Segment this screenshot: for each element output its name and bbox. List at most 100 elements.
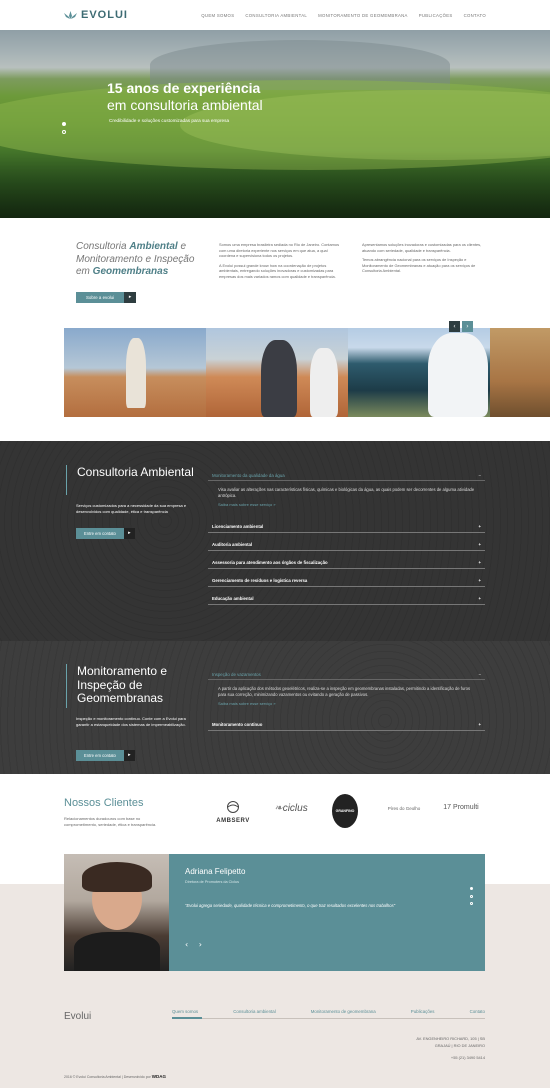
clients-title: Nossos Clientes [64, 797, 144, 809]
consultoria-title: Consultoria Ambiental [77, 465, 194, 479]
client-logo-text: Promulti [453, 804, 479, 811]
accordion-label: Gerenciamento de resíduos e logística re… [212, 578, 308, 583]
hero-title-line2: em consultoria ambiental [107, 97, 263, 113]
accordion-item-open[interactable]: Monitoramento da qualidade da água − [208, 473, 485, 481]
photo-carousel [64, 328, 550, 417]
photo-person [310, 348, 338, 417]
contact-button-label: Entre em contato [76, 750, 124, 761]
footer-divider [172, 1018, 485, 1019]
footer-nav-publicacoes[interactable]: Publicações [411, 1009, 435, 1014]
site-header: EVOLUI QUEM SOMOS CONSULTORIA AMBIENTAL … [0, 0, 550, 30]
clients-description: Relacionamentos duradouros com base no c… [64, 816, 157, 827]
photo-shirt [74, 932, 160, 971]
testimonial-arrows[interactable]: ‹ › [185, 940, 206, 949]
accordion-item-open[interactable]: Inspeção de vazamentos − [208, 672, 485, 680]
photo-person [428, 333, 488, 417]
plus-icon: + [478, 524, 481, 529]
intro-title: Consultoria Ambiental e Monitoramento e … [76, 241, 201, 279]
footer-nav-consultoria[interactable]: Consultoria ambiental [233, 1009, 275, 1014]
leaf-icon: ❧ [274, 803, 283, 814]
intro-paragraph: Somos uma empresa brasileira sediada no … [219, 242, 340, 259]
accordion-item[interactable]: Assessoria para atendimento aos órgãos d… [208, 557, 485, 569]
lotus-icon [64, 11, 77, 19]
arrow-right-icon: ▸ [123, 750, 135, 761]
plus-icon: + [478, 578, 481, 583]
hero-banner [0, 30, 550, 218]
footer-phone: +55 (21) 3490 5414 [450, 1055, 485, 1060]
main-nav: QUEM SOMOS CONSULTORIA AMBIENTAL MONITOR… [201, 13, 486, 18]
testimonial-photo [64, 854, 169, 971]
about-button[interactable]: Sobre a evolui ▸ [76, 292, 137, 303]
footer-nav-monitoramento[interactable]: Monitoramento de geomembrana [311, 1009, 376, 1014]
logo[interactable]: EVOLUI [64, 9, 128, 21]
footer-active-indicator [172, 1017, 202, 1019]
nav-publicacoes[interactable]: PUBLICAÇÕES [419, 13, 453, 18]
hero-slide-dot[interactable] [62, 130, 66, 134]
intro-title-bold: Ambiental [129, 241, 178, 252]
intro-paragraph: Temos abrangência nacional para os servi… [362, 257, 476, 274]
plus-icon: + [478, 542, 481, 547]
accordion-item[interactable]: Monitoramento contínuo + [208, 719, 485, 731]
accordion-label: Licenciamento ambiental [212, 524, 264, 529]
copyright-text: 2016 © Evolui Consultoria Ambiental | De… [64, 1075, 151, 1079]
accordion-item[interactable]: Gerenciamento de resíduos e logística re… [208, 575, 485, 587]
testimonial-dot[interactable] [470, 895, 473, 898]
footer-logo[interactable]: Evolui [64, 1011, 91, 1022]
testimonial-name: Adriana Felipetto [185, 867, 246, 876]
contact-button[interactable]: Entre em contato ▸ [76, 528, 135, 539]
nav-contato[interactable]: CONTATO [464, 13, 486, 18]
accordion-item[interactable]: Educação ambiental + [208, 593, 485, 605]
intro-title-text: Consultoria [76, 241, 130, 252]
minus-icon: − [478, 672, 481, 677]
consultoria-accordion: Monitoramento da qualidade da água − Vis… [208, 473, 485, 605]
accordion-item[interactable]: Licenciamento ambiental + [208, 521, 485, 533]
promulti-mark-icon: 17 [443, 804, 452, 811]
nav-quem-somos[interactable]: QUEM SOMOS [201, 13, 234, 18]
accent-bar [66, 664, 67, 708]
intro-col1: Somos uma empresa brasileira sediada no … [219, 242, 341, 280]
photo-hair [82, 862, 152, 892]
contact-button[interactable]: Entre em contato ▸ [76, 750, 135, 761]
chevron-right-icon[interactable]: › [462, 321, 473, 332]
client-logo-text: ciclus [282, 803, 308, 814]
ambserv-mark-icon [227, 801, 239, 813]
carousel-arrows: ‹ › [449, 321, 473, 332]
footer-nav-quem-somos[interactable]: Quem somos [172, 1009, 198, 1014]
testimonial-dot[interactable] [470, 902, 473, 905]
chevron-left-icon[interactable]: ‹ [449, 321, 460, 332]
client-logo-text: AMBSERV [216, 818, 250, 824]
accordion-label: Auditoria ambiental [212, 542, 253, 547]
testimonial-role: Diretora de Promoters da Ciclus [185, 880, 240, 884]
hero-shade [0, 150, 550, 218]
carousel-photo [490, 328, 550, 417]
nav-monitoramento[interactable]: MONITORAMENTO DE GEOMEMBRANA [318, 13, 408, 18]
testimonial-dot-active[interactable] [470, 887, 473, 890]
hero-subtitle: Credibilidade e soluções customizadas pa… [109, 118, 230, 123]
footer-copyright: 2016 © Evolui Consultoria Ambiental | De… [64, 1074, 166, 1079]
client-logo-promulti: 17 Promulti [437, 804, 485, 811]
footer-address: GRAJAÚ | RIO DE JANEIRO [434, 1043, 485, 1048]
monitoramento-accordion: Inspeção de vazamentos − A partir da apl… [208, 672, 485, 731]
learn-more-link[interactable]: Saiba mais sobre esse serviço » [208, 499, 485, 510]
hero-slide-dot-active[interactable] [62, 122, 66, 126]
footer-nav-contato[interactable]: Contato [470, 1009, 485, 1014]
consultoria-description: Serviços customizados para a necessidade… [76, 503, 187, 514]
hero-title: 15 anos de experiência [107, 80, 261, 96]
client-logo-granfino: GRANFINO [330, 794, 360, 828]
accordion-label: Monitoramento contínuo [212, 722, 263, 727]
accordion-item[interactable]: Auditoria ambiental + [208, 539, 485, 551]
developer-logo[interactable]: WDAG [152, 1074, 166, 1079]
testimonial-quote: "Evolui agrega seriedade, qualidade técn… [185, 903, 396, 908]
minus-icon: − [478, 473, 481, 478]
nav-consultoria[interactable]: CONSULTORIA AMBIENTAL [245, 13, 307, 18]
learn-more-link[interactable]: Saiba mais sobre esse serviço » [208, 698, 485, 709]
accordion-body: A partir da aplicação dos métodos geoelé… [218, 686, 471, 697]
accordion-label: Monitoramento da qualidade da água [212, 473, 285, 478]
intro-col2: Apresentamos soluções inovadoras e custo… [362, 242, 486, 274]
client-logo-ambserv: AMBSERV [212, 800, 254, 824]
accent-bar [66, 465, 67, 495]
intro-paragraph: Apresentamos soluções inovadoras e custo… [362, 242, 482, 253]
intro-paragraph: A Evolui possui grande know how na coord… [219, 262, 336, 279]
carousel-photo [206, 328, 348, 417]
client-logo-text: GRANFINO [335, 809, 355, 813]
